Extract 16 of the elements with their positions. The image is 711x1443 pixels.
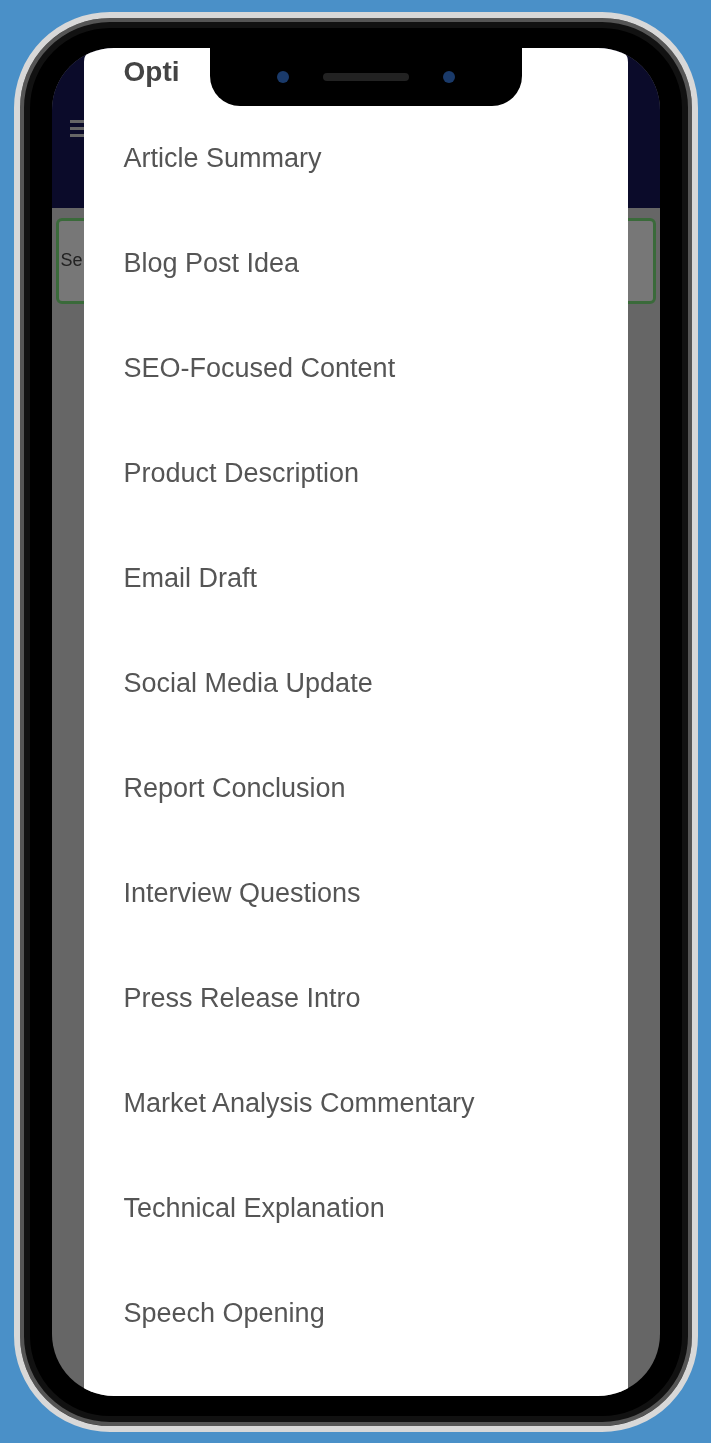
option-item[interactable]: Speech Opening — [123, 1260, 588, 1366]
option-item[interactable]: Interview Questions — [123, 840, 588, 946]
camera-icon — [442, 70, 455, 83]
option-item[interactable]: Market Analysis Commentary — [123, 1050, 588, 1156]
speaker-icon — [322, 72, 409, 81]
option-item[interactable]: SEO-Focused Content — [123, 315, 588, 421]
camera-icon — [276, 70, 289, 83]
option-item[interactable]: Product Description — [123, 420, 588, 526]
option-item[interactable]: Social Media Update — [123, 630, 588, 736]
option-item[interactable]: Article Summary — [123, 105, 588, 211]
option-item[interactable]: Email Draft — [123, 525, 588, 631]
option-item[interactable]: Blog Post Idea — [123, 210, 588, 316]
dialog-title: Opti — [123, 55, 180, 89]
option-item[interactable]: Report Conclusion — [123, 735, 588, 841]
option-item[interactable]: Press Release Intro — [123, 945, 588, 1051]
option-item[interactable]: Technical Explanation — [123, 1155, 588, 1261]
